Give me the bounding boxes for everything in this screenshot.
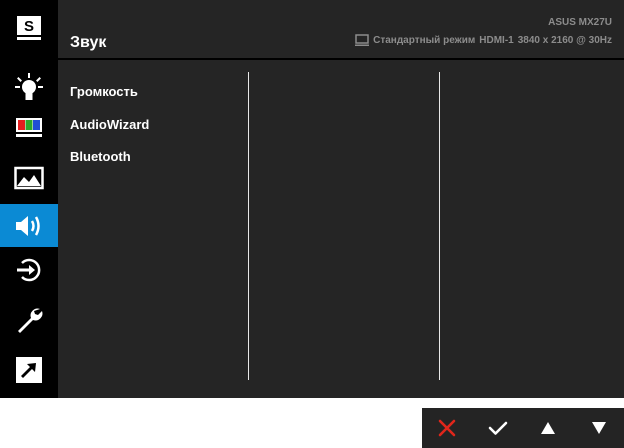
column-divider [439,72,440,380]
speaker-icon [16,215,40,236]
navigation-bar [422,408,624,448]
sidebar-item-blue-light[interactable] [0,66,58,109]
close-button[interactable] [422,408,473,448]
sidebar-item-input[interactable] [0,248,58,291]
up-arrow-icon [541,422,556,434]
shortcut-arrow-icon [16,356,42,383]
color-bars-icon [16,117,42,137]
mode-label: Стандартный режим [373,34,476,46]
main-panel: Звук ASUS MX27U Стандартный режим HDMI-1… [58,0,624,398]
wrench-icon [18,308,43,333]
sidebar-item-shortcut[interactable] [0,348,58,391]
image-mountain-icon [14,166,44,189]
svg-text:S: S [24,18,34,35]
bulb-icon [15,72,43,100]
input-label: HDMI-1 [479,34,514,46]
input-select-icon [17,258,41,281]
page-title: Звук [70,34,107,51]
splendid-s-icon: S [17,15,41,40]
resolution-label: 3840 x 2160 @ 30Hz [517,34,612,46]
monitor-icon [355,34,370,46]
confirm-button[interactable] [473,408,524,448]
sidebar-item-splendid[interactable]: S [0,6,58,49]
close-icon [438,419,456,437]
sidebar-item-system[interactable] [0,298,58,341]
menu-item-audiowizard[interactable]: AudioWizard [70,117,149,132]
model-name: ASUS MX27U [548,17,612,28]
sidebar-item-color[interactable] [0,106,58,149]
status-line: Стандартный режим HDMI-1 3840 x 2160 @ 3… [355,34,612,46]
menu-item-bluetooth[interactable]: Bluetooth [70,149,131,164]
column-divider [248,72,249,380]
menu-item-volume[interactable]: Громкость [70,84,138,99]
up-button[interactable] [523,408,574,448]
down-arrow-icon [591,422,606,434]
sidebar-item-sound[interactable] [0,204,58,247]
sidebar-item-image[interactable] [0,156,58,199]
confirm-check-icon [488,421,508,435]
down-button[interactable] [574,408,624,448]
header-divider [58,58,624,60]
sidebar: S [0,0,58,398]
osd-panel: S Звук ASUS MX27U Стандартный режим HDMI… [0,0,624,398]
